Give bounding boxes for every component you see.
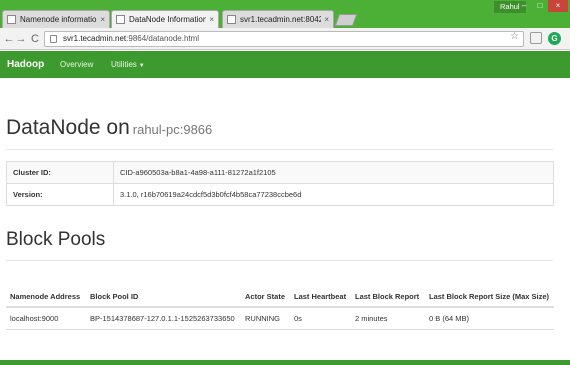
- brand-link[interactable]: Hadoop: [7, 59, 44, 70]
- namenode-address-cell: localhost:9000: [6, 307, 86, 330]
- datanode-info-table: Cluster ID: CID-a960503a-b8a1-4a98-a111-…: [6, 161, 554, 206]
- nav-utilities-dropdown[interactable]: Utilities ▼: [111, 60, 145, 69]
- cluster-id-value: CID-a960503a-b8a1-4a98-a111-81272a1f2105: [113, 161, 554, 184]
- datanode-host: rahul-pc:9866: [132, 122, 213, 137]
- divider: [6, 260, 553, 261]
- new-tab-button[interactable]: [334, 14, 358, 26]
- column-header: Actor State: [241, 277, 290, 308]
- close-window-button[interactable]: ×: [548, 0, 568, 12]
- browser-toolbar: ← → C svr1.tecadmin.net:9864/datanode.ht…: [0, 28, 570, 50]
- nav-overview-link[interactable]: Overview: [60, 60, 93, 69]
- page-icon: [227, 15, 236, 24]
- close-icon[interactable]: ×: [209, 15, 214, 24]
- table-header-row: Namenode Address Block Pool ID Actor Sta…: [6, 277, 554, 308]
- last-block-report-size-cell: 0 B (64 MB): [425, 307, 554, 330]
- column-header: Last Heartbeat: [290, 277, 351, 308]
- column-header: Namenode Address: [6, 277, 86, 308]
- nav-utilities-label: Utilities: [111, 60, 137, 69]
- table-row: Version: 3.1.0, r16b70619a24cdcf5d3b0fcf…: [6, 183, 554, 206]
- browser-titlebar: Namenode information × DataNode Informat…: [0, 0, 570, 28]
- page-info-icon[interactable]: [50, 35, 57, 43]
- page-icon: [7, 15, 16, 24]
- column-header: Last Block Report: [351, 277, 425, 308]
- cluster-id-label: Cluster ID:: [6, 161, 114, 184]
- column-header: Last Block Report Size (Max Size): [425, 277, 554, 308]
- table-row: localhost:9000 BP-1514378687-127.0.1.1-1…: [6, 307, 554, 330]
- tab-label: Namenode information: [20, 15, 98, 24]
- tab-svr1-8042[interactable]: svr1.tecadmin.net:8042/n ×: [222, 10, 334, 28]
- block-pools-heading: Block Pools: [6, 229, 106, 250]
- url-host: svr1.tecadmin.net: [63, 34, 127, 43]
- window-controls: – □ ×: [516, 0, 568, 14]
- footer-bar: [0, 360, 570, 365]
- last-heartbeat-cell: 0s: [290, 307, 351, 330]
- table-row: Cluster ID: CID-a960503a-b8a1-4a98-a111-…: [6, 161, 554, 184]
- bookmark-star-icon[interactable]: ☆: [510, 31, 519, 42]
- tab-label: svr1.tecadmin.net:8042/n: [240, 15, 322, 24]
- reload-button[interactable]: C: [28, 32, 42, 46]
- version-value: 3.1.0, r16b70619a24cdcf5d3b0fcf4b58ca772…: [113, 183, 554, 206]
- chevron-down-icon: ▼: [138, 63, 145, 69]
- close-icon[interactable]: ×: [324, 15, 329, 24]
- close-icon[interactable]: ×: [100, 15, 105, 24]
- divider: [6, 149, 553, 150]
- column-header: Block Pool ID: [86, 277, 241, 308]
- minimize-button[interactable]: –: [516, 0, 532, 12]
- block-pool-id-cell: BP-1514378687-127.0.1.1-1525263733650: [86, 307, 241, 330]
- address-bar[interactable]: svr1.tecadmin.net:9864/datanode.html: [44, 31, 524, 47]
- block-pools-table: Namenode Address Block Pool ID Actor Sta…: [6, 277, 554, 330]
- tab-label: DataNode Information: [129, 15, 207, 24]
- page-title-text: DataNode on: [6, 116, 130, 139]
- tab-namenode-information[interactable]: Namenode information ×: [2, 10, 110, 28]
- tab-datanode-information[interactable]: DataNode Information ×: [111, 10, 219, 28]
- page-title: DataNode on rahul-pc:9866: [6, 116, 212, 140]
- forward-button[interactable]: →: [14, 32, 28, 46]
- hadoop-navbar: Hadoop Overview Utilities ▼: [0, 51, 570, 78]
- extension-icon[interactable]: [530, 32, 542, 44]
- page-icon: [116, 15, 125, 24]
- actor-state-cell: RUNNING: [241, 307, 290, 330]
- grammarly-extension-icon[interactable]: G: [548, 32, 561, 45]
- maximize-button[interactable]: □: [532, 0, 548, 12]
- last-block-report-cell: 2 minutes: [351, 307, 425, 330]
- url-path: :9864/datanode.html: [126, 34, 200, 43]
- version-label: Version:: [6, 183, 114, 206]
